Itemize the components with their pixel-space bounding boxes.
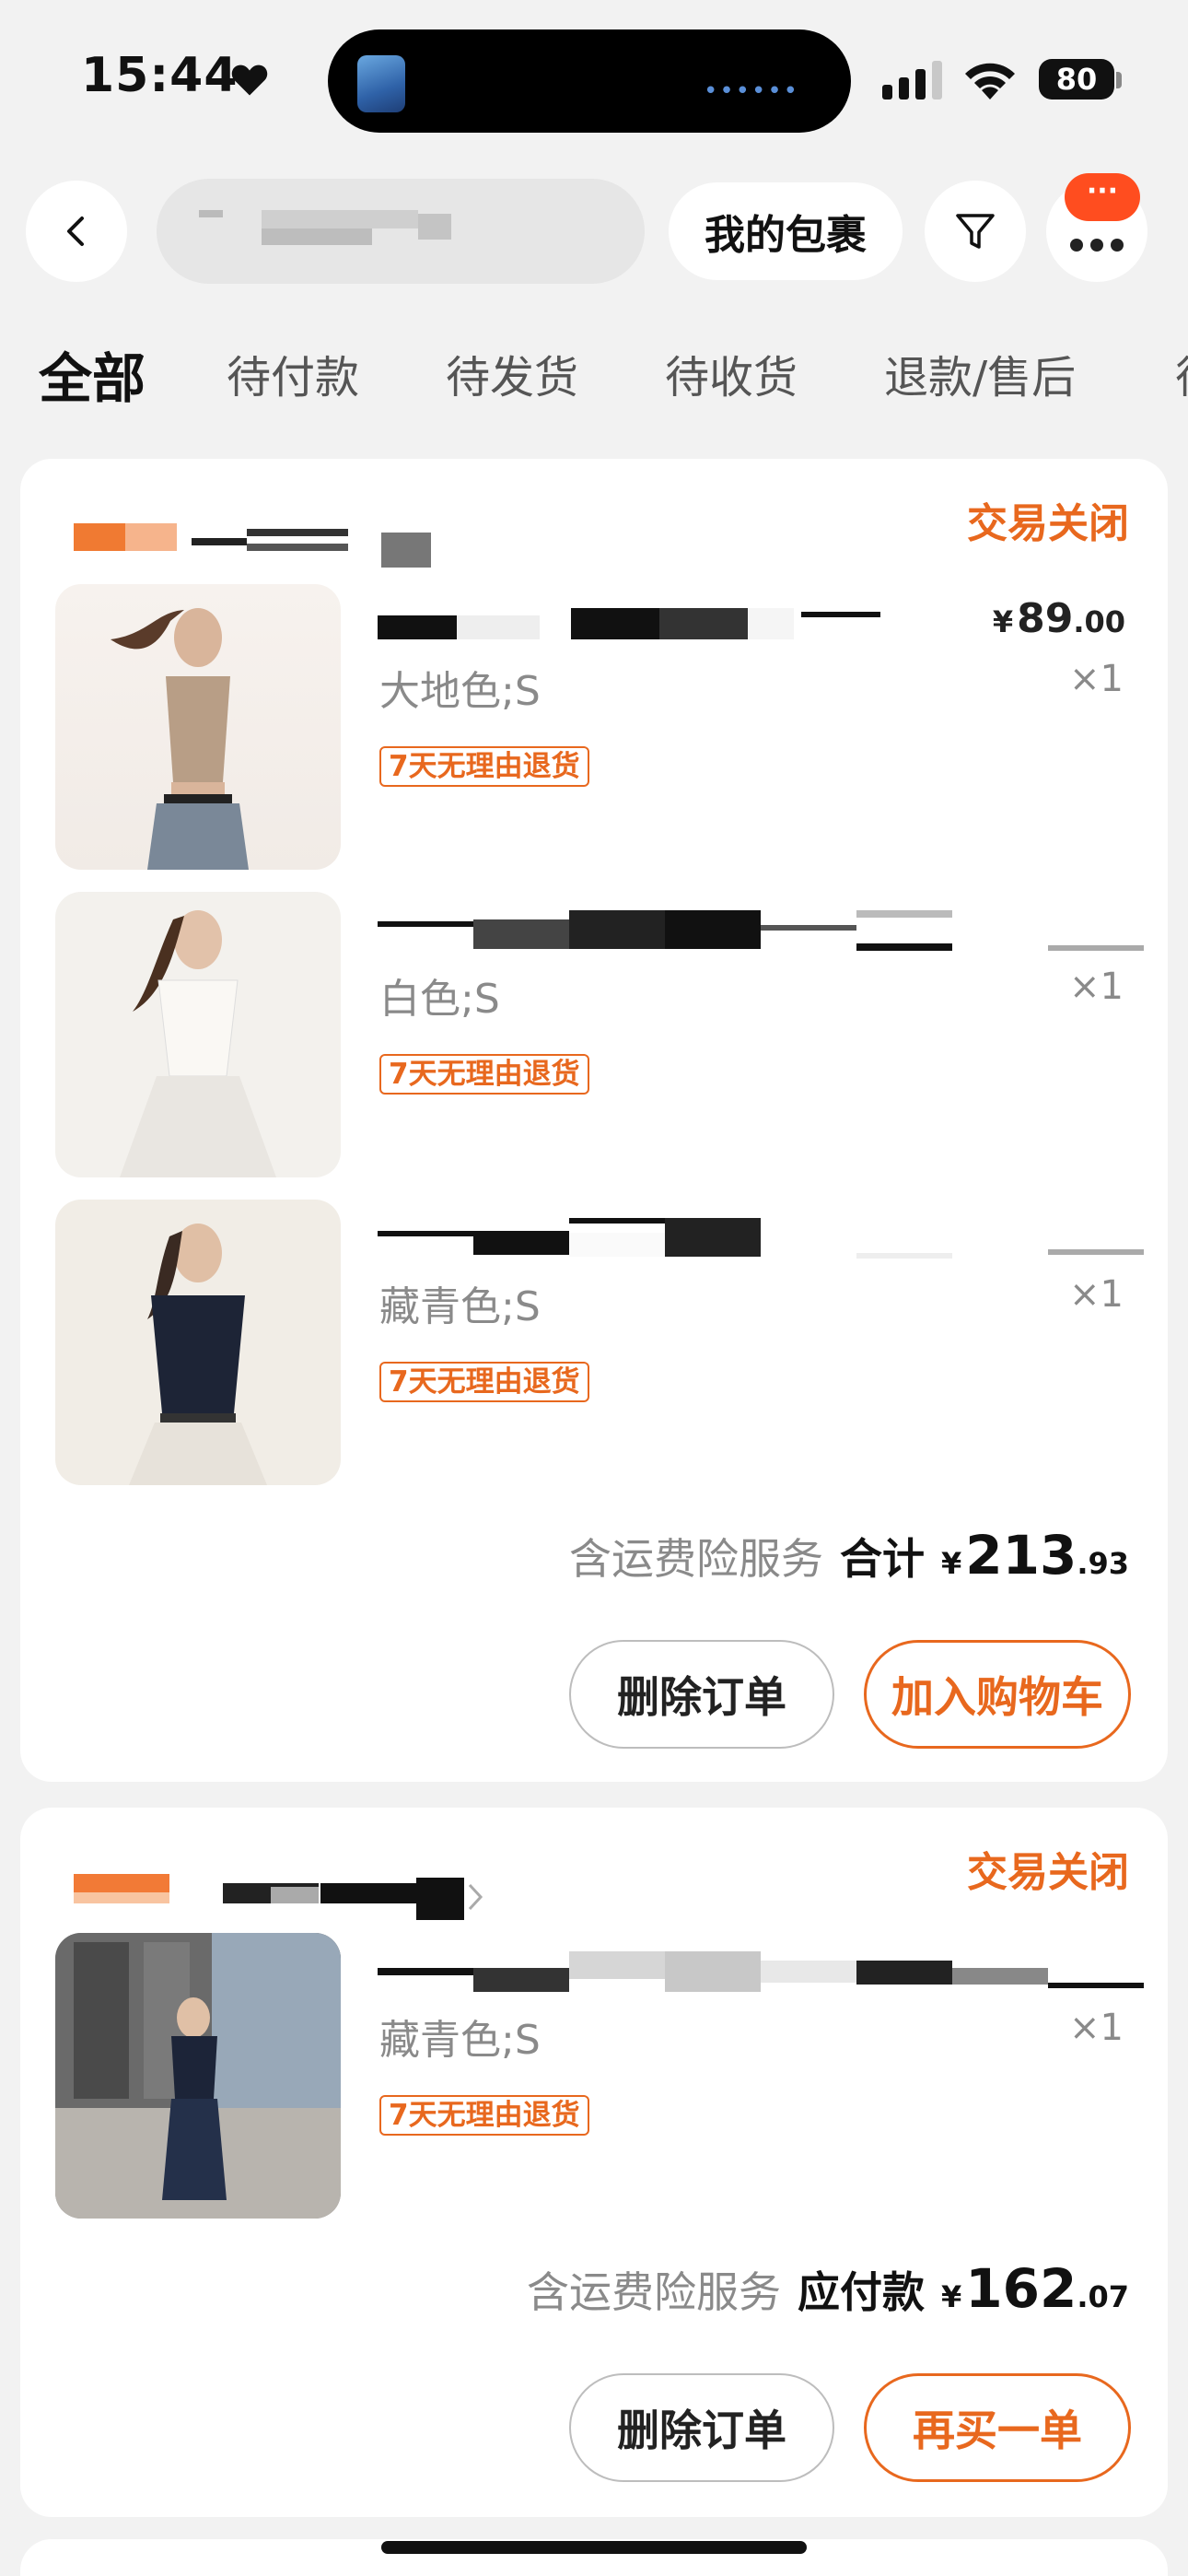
order-status: 交易关闭 [967,500,1129,547]
battery-tip [1116,72,1122,88]
product-photo-model [55,1933,341,2219]
redacted-text [262,210,418,228]
shipping-insurance-label: 含运费险服务 [568,1534,823,1584]
product-title [378,1218,1144,1259]
redacted-text [416,1878,464,1920]
product-image[interactable] [55,1933,341,2219]
tab-more[interactable]: 待 [1175,341,1188,405]
home-indicator[interactable] [381,2541,807,2554]
product-quantity: ×1 [1069,1273,1124,1316]
product-quantity: ×1 [1069,2007,1124,2049]
return-policy-badge: 7天无理由退货 [379,2095,589,2136]
redacted-text [418,214,451,240]
back-button[interactable] [26,181,127,282]
order-card: 交易关闭 ¥89.00 大地色;S ×1 7天无理由退货 白色;S ×1 7天无… [20,459,1168,1782]
product-image[interactable] [55,584,341,870]
shop-logo [74,1892,169,1903]
redacted-text [320,1883,416,1903]
tab-pending-payment[interactable]: 待付款 [227,341,359,405]
chevron-right-icon [468,1883,483,1911]
redacted-text [381,533,431,568]
shop-logo [74,523,125,551]
return-policy-badge: 7天无理由退货 [379,1054,589,1095]
activity-dots: •••••• [703,77,799,105]
tab-all[interactable]: 全部 [39,341,146,413]
cellular-signal-icon [882,61,942,100]
shop-logo [125,523,177,551]
product-variant: 藏青色;S [379,1283,541,1330]
product-photo-model [129,1224,267,1485]
status-bar: 15:44 •••••• 80 [0,0,1188,157]
order-card: 交易关闭 藏青色;S ×1 7天无理由退货 含运费险服务 应付款 ¥162.07… [20,1808,1168,2517]
product-image[interactable] [55,892,341,1177]
return-policy-badge: 7天无理由退货 [379,746,589,787]
redacted-text [262,228,372,245]
product-quantity: ×1 [1069,966,1124,1008]
return-policy-badge: 7天无理由退货 [379,1362,589,1402]
my-packages-button[interactable]: 我的包裹 [669,182,903,280]
order-total: ¥213.93 [940,1524,1129,1587]
filter-icon [956,214,995,249]
shop-name[interactable] [53,1841,569,1920]
order-summary: 含运费险服务 合计 ¥213.93 [569,1524,1129,1587]
order-tabs: 全部 待付款 待发货 待收货 退款/售后 待 [0,341,1188,433]
more-dots-icon [1070,239,1124,252]
delete-order-button[interactable]: 删除订单 [569,2373,834,2482]
product-title [378,910,1144,951]
dynamic-island[interactable]: •••••• [328,29,851,133]
order-total: ¥162.07 [940,2257,1129,2320]
battery-level: 80 [1039,59,1114,100]
redacted-text [271,1887,319,1903]
item-price: ¥89.00 [992,595,1125,642]
order-status: 交易关闭 [967,1849,1129,1896]
product-variant: 大地色;S [379,668,541,715]
amount-due-label: 应付款 [797,2267,925,2317]
filter-button[interactable] [925,181,1026,282]
redacted-text [247,529,348,536]
order-item[interactable]: ¥89.00 大地色;S ×1 7天无理由退货 [55,584,1133,870]
message-bubble-icon[interactable]: ··· [1065,173,1140,221]
product-variant: 白色;S [379,976,500,1023]
music-artwork-icon [357,55,405,112]
order-item[interactable]: 藏青色;S ×1 7天无理由退货 [55,1200,1144,1485]
wifi-icon [965,63,1015,100]
chevron-left-icon [67,217,84,246]
redacted-text [199,210,223,217]
shop-name[interactable] [53,492,569,568]
search-input[interactable] [157,179,645,284]
shipping-insurance-label: 含运费险服务 [526,2267,781,2317]
tab-pending-shipment[interactable]: 待发货 [446,341,578,405]
status-time: 15:44 [81,48,239,103]
product-photo-model [111,608,249,870]
order-item[interactable]: 藏青色;S ×1 7天无理由退货 [55,1933,1144,2219]
tab-refund-aftersale[interactable]: 退款/售后 [884,341,1076,405]
redacted-text [247,544,348,551]
order-summary: 含运费险服务 应付款 ¥162.07 [527,2257,1129,2320]
heart-icon [231,64,268,96]
product-quantity: ×1 [1069,658,1124,700]
product-variant: 藏青色;S [379,2017,541,2064]
add-to-cart-button[interactable]: 加入购物车 [864,1640,1131,1749]
total-label: 合计 [839,1534,925,1584]
product-photo-model [120,910,276,1177]
order-item[interactable]: 白色;S ×1 7天无理由退货 [55,892,1144,1177]
product-title [378,1951,1144,1992]
delete-order-button[interactable]: 删除订单 [569,1640,834,1749]
tab-pending-receipt[interactable]: 待收货 [665,341,798,405]
product-image[interactable] [55,1200,341,1485]
buy-again-button[interactable]: 再买一单 [864,2373,1131,2482]
redacted-text [192,538,247,545]
